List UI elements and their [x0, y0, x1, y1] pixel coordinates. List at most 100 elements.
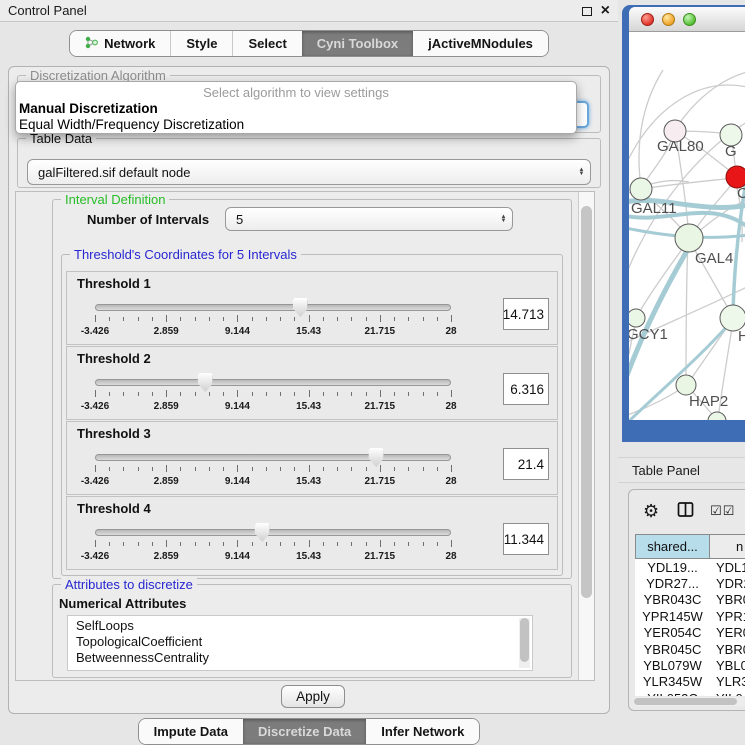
- network-node-label: GAL80: [657, 138, 704, 155]
- threshold-label: Threshold 4: [77, 501, 151, 516]
- algorithm-placeholder: Select algorithm to view settings: [16, 82, 576, 101]
- network-node-gcy1[interactable]: [629, 309, 645, 327]
- network-icon: [85, 36, 98, 52]
- checkbox-icons[interactable]: ☑☑: [710, 503, 735, 519]
- thresholds-group: Threshold's Coordinates for 5 Intervals …: [61, 254, 563, 576]
- network-edge[interactable]: [629, 387, 684, 415]
- float-window-icon[interactable]: [582, 7, 592, 16]
- number-of-intervals-combobox[interactable]: 5 ▲▼: [225, 207, 513, 231]
- threshold-label: Threshold 2: [77, 351, 151, 366]
- slider-track[interactable]: [95, 529, 451, 536]
- network-node-label: C: [737, 185, 745, 202]
- horizontal-scrollbar[interactable]: [633, 697, 745, 706]
- combo-spinner-icon: ▲▼: [499, 215, 508, 223]
- horizontal-scrollbar-thumb[interactable]: [634, 698, 737, 705]
- slider-scale-labels: -3.4262.8599.14415.4321.71528: [95, 401, 451, 413]
- settings-scroll-viewport: Interval Definition Number of Intervals …: [15, 191, 595, 681]
- column-header-1[interactable]: shared...: [635, 534, 710, 559]
- table-row[interactable]: YLR345WYLR3: [635, 674, 745, 690]
- table-row[interactable]: YBR043CYBR0: [635, 592, 745, 608]
- threshold-slider[interactable]: -3.4262.8599.14415.4321.71528: [95, 375, 451, 417]
- attributes-group: Attributes to discretize Numerical Attri…: [52, 584, 572, 678]
- network-node-gal4[interactable]: [675, 224, 703, 252]
- threshold-value-field[interactable]: 6.316: [503, 373, 549, 405]
- bottom-tabset: Impute DataDiscretize DataInfer Network: [138, 718, 481, 745]
- bottom-tab-impute-data[interactable]: Impute Data: [139, 719, 243, 744]
- slider-track[interactable]: [95, 304, 451, 311]
- table-row[interactable]: YDL19...YDL1: [635, 559, 745, 575]
- tab-network[interactable]: Network: [70, 31, 170, 56]
- slider-scale-labels: -3.4262.8599.14415.4321.71528: [95, 476, 451, 488]
- slider-scale-labels: -3.4262.8599.14415.4321.71528: [95, 551, 451, 563]
- network-edge[interactable]: [686, 241, 688, 382]
- cell-name: YLR3: [710, 674, 745, 689]
- cell-name: YBR0: [710, 592, 745, 607]
- minimize-traffic-light-icon[interactable]: [662, 13, 675, 26]
- cell-shared-name: YBR045C: [635, 642, 710, 657]
- gear-icon[interactable]: ⚙: [643, 502, 659, 520]
- tab-jactivemnodules[interactable]: jActiveMNodules: [413, 31, 548, 56]
- network-node-gal11[interactable]: [630, 178, 652, 200]
- algorithm-option-manual[interactable]: Manual Discretization: [16, 101, 576, 117]
- zoom-traffic-light-icon[interactable]: [683, 13, 696, 26]
- slider-track[interactable]: [95, 379, 451, 386]
- algorithm-option-equal-width[interactable]: Equal Width/Frequency Discretization: [16, 117, 576, 133]
- tab-select[interactable]: Select: [232, 31, 301, 56]
- tab-label: Cyni Toolbox: [317, 36, 398, 51]
- threshold-slider[interactable]: -3.4262.8599.14415.4321.71528: [95, 525, 451, 567]
- threshold-label: Threshold 1: [77, 276, 151, 291]
- table-row[interactable]: YPR145WYPR1: [635, 608, 745, 624]
- table-row[interactable]: YBR045CYBR0: [635, 641, 745, 657]
- cell-name: YDR2: [710, 576, 745, 591]
- attributes-scrollbar[interactable]: [519, 618, 530, 668]
- bottom-tab-infer-network[interactable]: Infer Network: [366, 719, 479, 744]
- network-node-hap2[interactable]: [676, 375, 696, 395]
- vertical-scrollbar[interactable]: [578, 192, 594, 680]
- threshold-value-field[interactable]: 11.344: [503, 523, 549, 555]
- control-panel-title: Control Panel: [8, 3, 87, 18]
- network-view-window[interactable]: GAL80GCGAL11GAL4GCY1HHAP2: [622, 5, 745, 442]
- slider-track[interactable]: [95, 454, 451, 461]
- apply-button[interactable]: Apply: [281, 685, 345, 708]
- cell-name: YBR0: [710, 642, 745, 657]
- attribute-item[interactable]: SelfLoops: [76, 618, 532, 634]
- column-header-2[interactable]: n: [710, 534, 745, 559]
- cell-name: YER0: [710, 625, 745, 640]
- attribute-item[interactable]: BetweennessCentrality: [76, 650, 532, 666]
- tab-cyni-toolbox[interactable]: Cyni Toolbox: [302, 31, 413, 56]
- table-row[interactable]: YIL052CYIL0: [635, 690, 745, 696]
- table-row[interactable]: YBL079WYBL0: [635, 657, 745, 673]
- attributes-group-label: Attributes to discretize: [61, 577, 197, 592]
- numerical-attributes-list[interactable]: SelfLoopsTopologicalCoefficientBetweenne…: [67, 615, 533, 671]
- network-edge[interactable]: [639, 70, 663, 188]
- split-columns-icon[interactable]: [677, 501, 694, 521]
- tab-label: Network: [104, 36, 155, 51]
- number-of-intervals-label: Number of Intervals: [87, 212, 209, 227]
- cyni-toolbox-panel: Discretization Algorithm ▲▼ Select algor…: [8, 66, 610, 714]
- cell-shared-name: YBR043C: [635, 592, 710, 607]
- tab-style[interactable]: Style: [170, 31, 232, 56]
- network-node-label: H: [738, 328, 745, 345]
- network-edge[interactable]: [675, 72, 745, 130]
- cell-shared-name: YER054C: [635, 625, 710, 640]
- attribute-item[interactable]: TopologicalCoefficient: [76, 634, 532, 650]
- threshold-value-field[interactable]: 21.4: [503, 448, 549, 480]
- table-row[interactable]: YDR27...YDR2: [635, 575, 745, 591]
- vertical-scrollbar-thumb[interactable]: [581, 206, 592, 598]
- threshold-slider[interactable]: -3.4262.8599.14415.4321.71528: [95, 450, 451, 492]
- network-edge[interactable]: [637, 240, 689, 316]
- node-table[interactable]: shared...n YDL19...YDL1YDR27...YDR2YBR04…: [635, 534, 745, 696]
- bottom-tab-discretize-data[interactable]: Discretize Data: [243, 719, 366, 744]
- table-row[interactable]: YER054CYER0: [635, 625, 745, 641]
- cell-name: YBL0: [710, 658, 745, 673]
- slider-ticks: [95, 390, 451, 398]
- slider-ticks: [95, 465, 451, 473]
- threshold-value-field[interactable]: 14.713: [503, 298, 549, 330]
- close-icon[interactable]: ×: [601, 3, 610, 19]
- tab-label: Style: [186, 36, 217, 51]
- threshold-slider[interactable]: -3.4262.8599.14415.4321.71528: [95, 300, 451, 342]
- cell-shared-name: YPR145W: [635, 609, 710, 624]
- close-traffic-light-icon[interactable]: [641, 13, 654, 26]
- table-data-combobox[interactable]: galFiltered.sif default node ▲▼: [27, 159, 591, 185]
- network-canvas[interactable]: GAL80GCGAL11GAL4GCY1HHAP2: [629, 32, 745, 420]
